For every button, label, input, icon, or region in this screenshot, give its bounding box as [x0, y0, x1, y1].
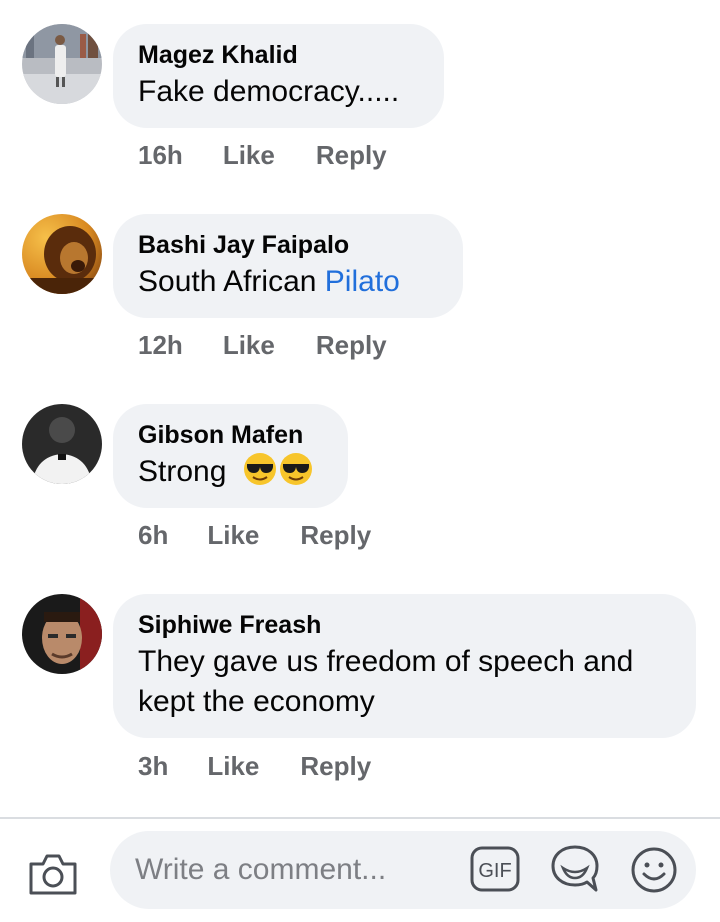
svg-text:GIF: GIF — [478, 860, 511, 882]
comment-timestamp[interactable]: 6h — [138, 520, 168, 551]
comment-bubble: Siphiwe Freash They gave us freedom of s… — [113, 594, 696, 738]
reply-button[interactable]: Reply — [300, 751, 371, 782]
comment-actions: 16h Like Reply — [138, 140, 387, 171]
sunglasses-emoji — [279, 453, 312, 485]
like-button[interactable]: Like — [207, 751, 259, 782]
comment-text-plain: Strong — [138, 455, 227, 488]
comments-list: Magez Khalid Fake democracy..... 16h Lik… — [0, 0, 720, 815]
comment-author[interactable]: Gibson Mafen — [138, 418, 322, 452]
comment-timestamp[interactable]: 3h — [138, 751, 168, 782]
avatar[interactable] — [22, 404, 102, 484]
comment-actions: 3h Like Reply — [138, 751, 371, 782]
comment-bubble: Bashi Jay Faipalo South African Pilato — [113, 214, 463, 318]
camera-icon[interactable] — [28, 852, 78, 896]
comment-input-pill: GIF — [110, 831, 696, 909]
sticker-icon[interactable] — [550, 844, 600, 894]
comment-text: Strong — [138, 452, 322, 492]
comment-actions: 6h Like Reply — [138, 520, 371, 551]
comment-timestamp[interactable]: 16h — [138, 140, 183, 171]
comment-text: They gave us freedom of speech and kept … — [138, 645, 634, 718]
mention-link[interactable]: Pilato — [325, 265, 400, 298]
comment-input[interactable] — [135, 831, 465, 909]
avatar[interactable] — [22, 24, 102, 104]
comment-actions: 12h Like Reply — [138, 330, 387, 361]
reply-button[interactable]: Reply — [300, 520, 371, 551]
sunglasses-emoji — [243, 453, 276, 485]
gif-icon[interactable]: GIF — [470, 846, 520, 892]
comment-text-plain: South African — [138, 265, 325, 298]
comment-author[interactable]: Bashi Jay Faipalo — [138, 228, 437, 262]
like-button[interactable]: Like — [223, 140, 275, 171]
like-button[interactable]: Like — [223, 330, 275, 361]
avatar[interactable] — [22, 594, 102, 674]
reply-button[interactable]: Reply — [316, 330, 387, 361]
reply-button[interactable]: Reply — [316, 140, 387, 171]
comment-bubble: Gibson Mafen Strong — [113, 404, 348, 508]
comment-text: Fake democracy..... — [138, 75, 400, 108]
comment-composer: GIF — [0, 819, 720, 922]
like-button[interactable]: Like — [207, 520, 259, 551]
comment-author[interactable]: Magez Khalid — [138, 38, 418, 72]
comment-timestamp[interactable]: 12h — [138, 330, 183, 361]
avatar[interactable] — [22, 214, 102, 294]
emoji-icon[interactable] — [630, 846, 678, 894]
comment-bubble: Magez Khalid Fake democracy..... — [113, 24, 444, 128]
comment-author[interactable]: Siphiwe Freash — [138, 608, 670, 642]
comment-text: South African Pilato — [138, 262, 437, 302]
